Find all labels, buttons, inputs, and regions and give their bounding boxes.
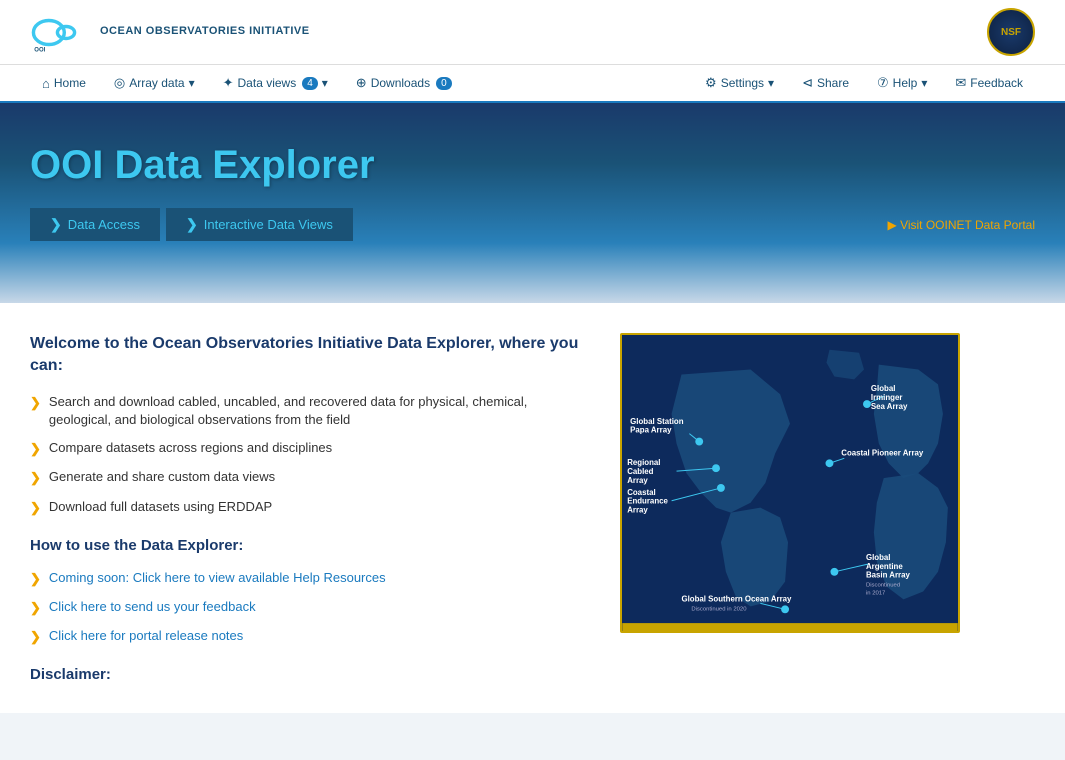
nav-home[interactable]: ⌂ Home [30,66,98,101]
logo-text: OCEAN OBSERVATORIES INITIATIVE [100,24,310,39]
bullet-arrow-icon: ❯ [30,499,41,517]
hero-buttons: ❯ Data Access ❯ Interactive Data Views ▶… [30,208,1035,241]
arrow-icon-interactive: ❯ [186,216,198,233]
home-icon: ⌂ [42,76,50,91]
list-item: ❯ Compare datasets across regions and di… [30,439,590,458]
header: OOI OCEAN OBSERVATORIES INITIATIVE NSF [0,0,1065,65]
svg-text:Array: Array [627,506,648,515]
settings-icon: ⚙ [705,75,717,91]
svg-text:Irminger: Irminger [871,393,903,402]
navigation: ⌂ Home ◎ Array data ▾ ✦ Data views 4 ▾ ⊕… [0,65,1065,103]
svg-text:Sea Array: Sea Array [871,402,908,411]
list-item: ❯ Coming soon: Click here to view availa… [30,569,590,588]
map-container: Global Station Papa Array Regional Cable… [620,333,960,633]
svg-text:Array: Array [627,476,648,485]
list-item: ❯ Search and download cabled, uncabled, … [30,393,590,429]
svg-text:Global Station: Global Station [630,417,684,426]
array-icon: ◎ [114,75,125,91]
bullet-arrow-icon: ❯ [30,628,41,646]
svg-text:Basin Array: Basin Array [866,571,911,580]
list-item: ❯ Download full datasets using ERDDAP [30,498,590,517]
svg-text:Regional: Regional [627,458,660,467]
interactive-data-views-button[interactable]: ❯ Interactive Data Views [166,208,353,241]
bullet-arrow-icon: ❯ [30,469,41,487]
data-access-button[interactable]: ❯ Data Access [30,208,160,241]
dropdown-arrow-help: ▾ [921,76,927,90]
how-to-bullets: ❯ Coming soon: Click here to view availa… [30,569,590,647]
bullet-arrow-icon: ❯ [30,394,41,412]
main-content: Welcome to the Ocean Observatories Initi… [0,303,1065,713]
disclaimer-title: Disclaimer: [30,666,590,683]
svg-text:Discontinued in 2020: Discontinued in 2020 [691,606,747,612]
svg-text:Argentine: Argentine [866,562,903,571]
download-icon: ⊕ [356,75,367,91]
nav-help[interactable]: ⑦ Help ▾ [865,65,939,101]
dropdown-arrow-dataviews: ▾ [322,76,328,90]
hero-title: OOI Data Explorer [30,143,1035,188]
svg-text:Papa Array: Papa Array [630,426,672,435]
list-item: ❯ Generate and share custom data views [30,468,590,487]
map-svg: Global Station Papa Array Regional Cable… [622,335,958,631]
nav-feedback[interactable]: ✉ Feedback [943,65,1035,101]
dropdown-arrow-array: ▾ [189,76,195,90]
content-left: Welcome to the Ocean Observatories Initi… [30,333,590,683]
ooi-logo-icon: OOI [30,10,90,55]
svg-text:Discontinued: Discontinued [866,583,900,589]
content-right: Global Station Papa Array Regional Cable… [620,333,970,683]
how-to-title: How to use the Data Explorer: [30,537,590,554]
nav-downloads[interactable]: ⊕ Downloads 0 [344,65,464,101]
bullet-arrow-icon: ❯ [30,599,41,617]
logo: OOI OCEAN OBSERVATORIES INITIATIVE [30,10,310,55]
dropdown-arrow-settings: ▾ [768,76,774,90]
portal-link[interactable]: ▶ Visit OOINET Data Portal [888,218,1036,232]
list-item: ❯ Click here for portal release notes [30,627,590,646]
welcome-bullets: ❯ Search and download cabled, uncabled, … [30,393,590,517]
bullet-arrow-icon: ❯ [30,570,41,588]
nav-settings[interactable]: ⚙ Settings ▾ [693,65,786,101]
star-icon: ✦ [223,75,234,91]
svg-text:Cabled: Cabled [627,467,653,476]
nsf-logo: NSF [987,8,1035,56]
nav-left: ⌂ Home ◎ Array data ▾ ✦ Data views 4 ▾ ⊕… [30,65,693,101]
share-icon: ⊲ [802,75,813,91]
svg-text:Endurance: Endurance [627,497,668,506]
nav-share[interactable]: ⊲ Share [790,65,861,101]
list-item: ❯ Click here to send us your feedback [30,598,590,617]
bullet-arrow-icon: ❯ [30,440,41,458]
svg-text:Global: Global [866,553,891,562]
arrow-icon-data-access: ❯ [50,216,62,233]
hero-section: OOI Data Explorer ❯ Data Access ❯ Intera… [0,103,1065,303]
nav-right: ⚙ Settings ▾ ⊲ Share ⑦ Help ▾ ✉ Feedback [693,65,1035,101]
svg-text:Global: Global [871,384,896,393]
svg-text:in 2017: in 2017 [866,590,885,596]
nav-array-data[interactable]: ◎ Array data ▾ [102,65,207,101]
nav-data-views[interactable]: ✦ Data views 4 ▾ [211,65,340,101]
welcome-title: Welcome to the Ocean Observatories Initi… [30,333,590,378]
svg-text:Coastal Pioneer Array: Coastal Pioneer Array [841,448,924,457]
svg-text:Coastal: Coastal [627,488,655,497]
svg-text:OOI: OOI [34,47,45,53]
help-icon: ⑦ [877,75,889,91]
hero-btn-group: ❯ Data Access ❯ Interactive Data Views [30,208,359,241]
feedback-icon: ✉ [955,75,966,91]
svg-text:Global Southern Ocean Array: Global Southern Ocean Array [681,594,792,603]
